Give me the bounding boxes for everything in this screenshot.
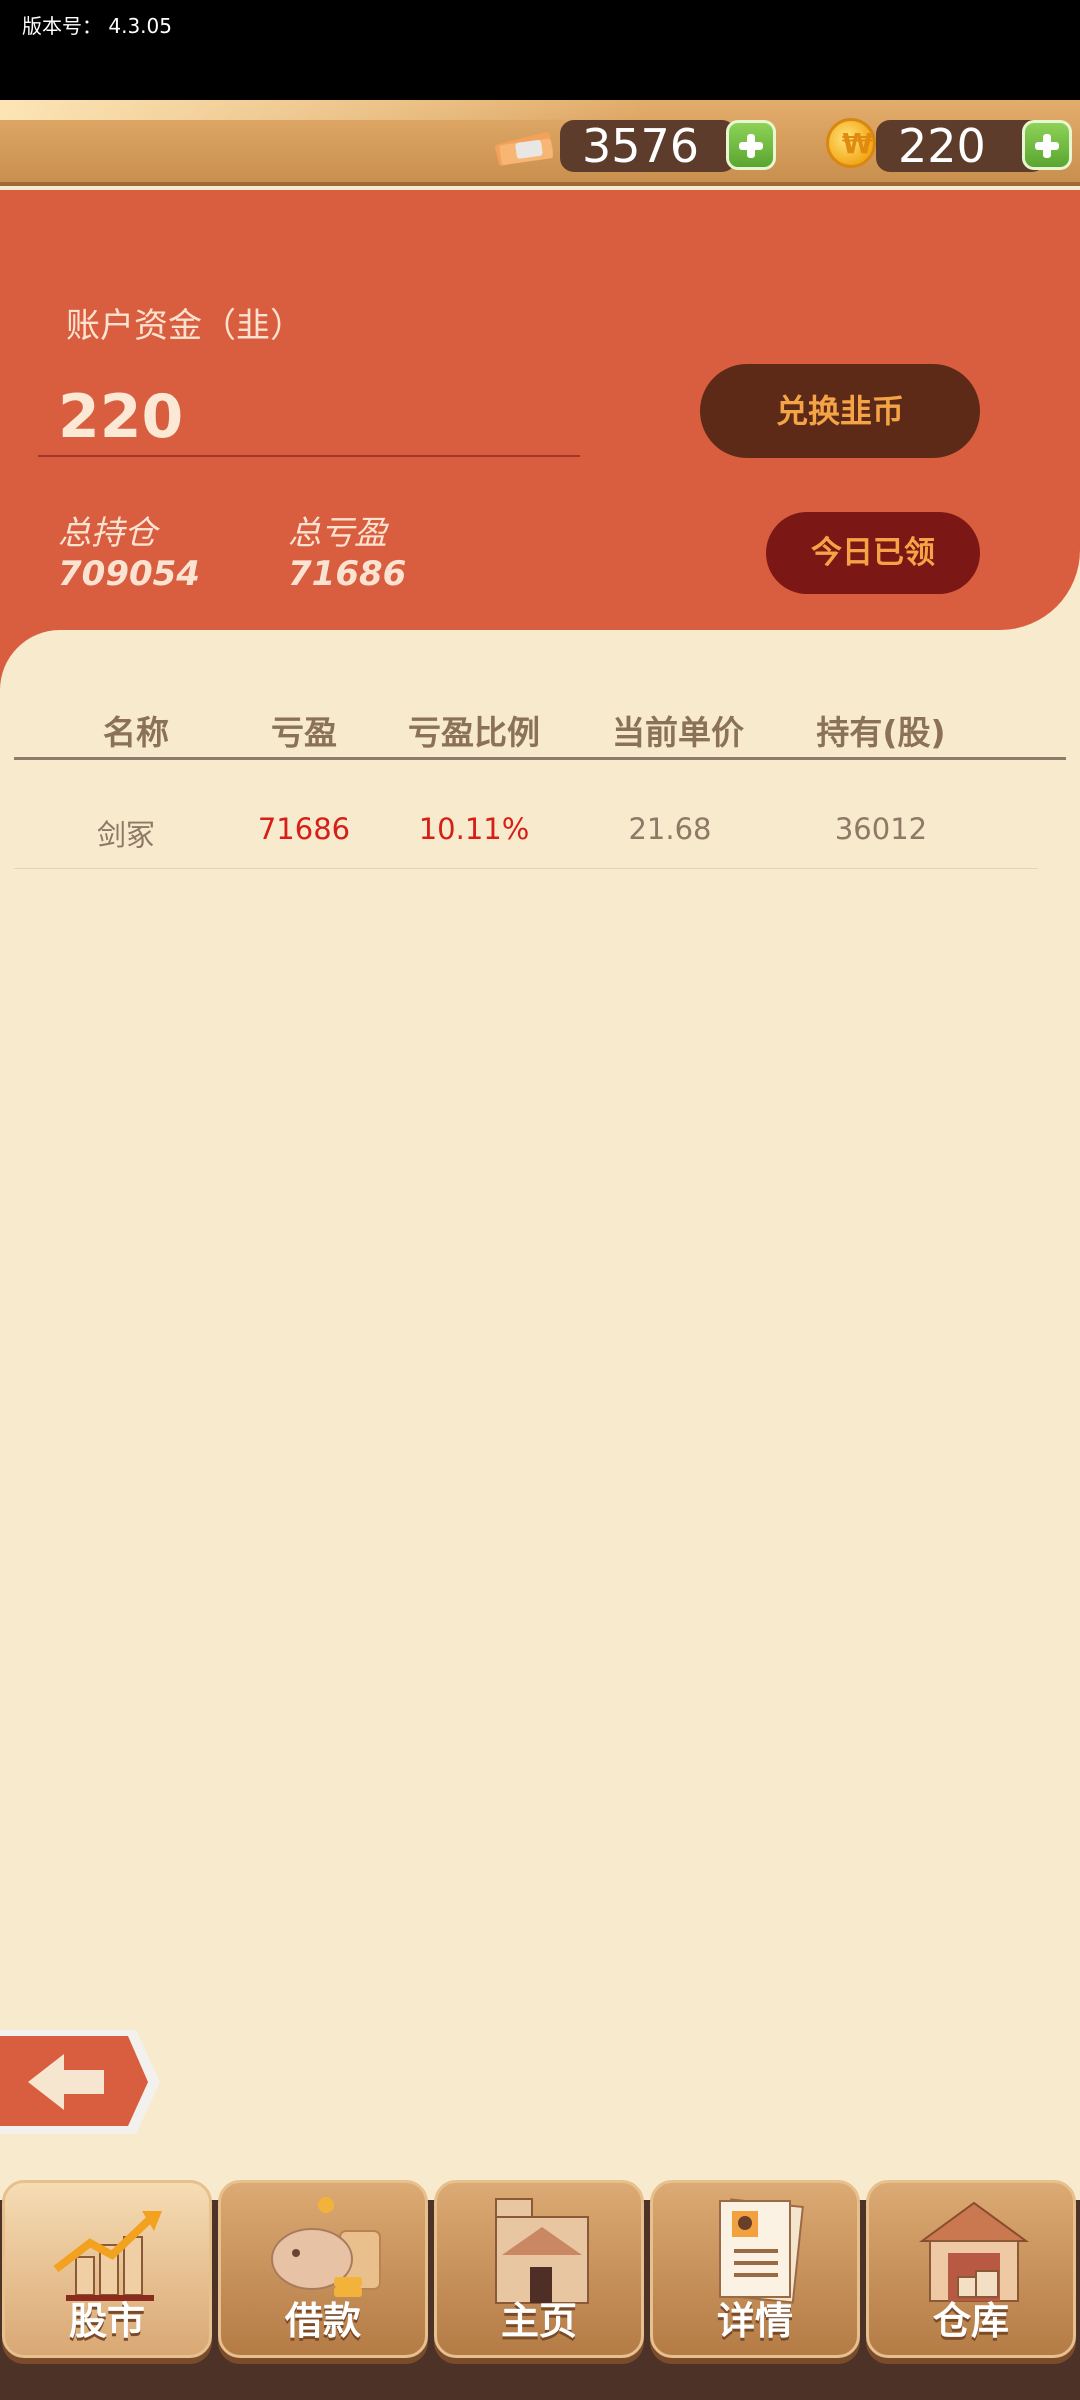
back-arrow-button[interactable] xyxy=(0,2026,162,2136)
cell-unit-price: 21.68 xyxy=(628,812,712,846)
nav-tab-warehouse[interactable]: 仓库 xyxy=(866,2180,1076,2358)
cell-pnl: 71686 xyxy=(257,812,351,846)
nav-label-loan: 借款 xyxy=(284,2299,361,2343)
nav-label-details: 详情 xyxy=(716,2299,793,2343)
header-shares-held: 持有(股) xyxy=(816,713,946,752)
header-pnl: 亏盈 xyxy=(271,713,337,752)
nav-label-warehouse: 仓库 xyxy=(932,2299,1009,2343)
nav-tab-stock[interactable]: 股市 xyxy=(2,2180,212,2358)
version-label: 版本号： 4.3.05 xyxy=(22,14,172,38)
status-bar: 版本号： 4.3.05 xyxy=(0,0,1080,100)
account-funds-label: 账户资金（韭） xyxy=(66,306,304,346)
header-unit-price: 当前单价 xyxy=(612,713,744,752)
nav-tab-loan[interactable]: 借款 xyxy=(218,2180,428,2358)
nav-tab-details[interactable]: 详情 xyxy=(650,2180,860,2358)
exchange-coins-button[interactable]: 兑换韭币 xyxy=(700,364,980,458)
coin-icon: ₩ xyxy=(826,118,876,168)
cell-pnl-ratio: 10.11% xyxy=(418,812,530,846)
divider xyxy=(38,455,580,457)
coin-balance: 220 xyxy=(876,120,1046,172)
total-position-label: 总持仓 xyxy=(58,513,157,552)
cash-stack-icon xyxy=(495,132,554,166)
cell-shares: 36012 xyxy=(834,812,928,846)
total-pnl-label: 总亏盈 xyxy=(288,513,387,552)
add-cash-button[interactable] xyxy=(726,120,776,170)
cash-balance: 3576 xyxy=(560,120,736,172)
add-coins-button[interactable] xyxy=(1022,120,1072,170)
header-divider xyxy=(14,757,1066,760)
nav-label-home: 主页 xyxy=(500,2299,577,2343)
header-name: 名称 xyxy=(103,713,169,752)
total-position-value: 709054 xyxy=(58,554,200,594)
cell-name: 剑冢 xyxy=(96,818,155,852)
header-pnl-ratio: 亏盈比例 xyxy=(408,713,540,752)
nav-label-stock: 股市 xyxy=(68,2299,145,2343)
claimed-today-button[interactable]: 今日已领 xyxy=(766,512,980,594)
account-funds-value: 220 xyxy=(58,382,184,452)
total-pnl-value: 71686 xyxy=(288,554,407,594)
nav-tab-home[interactable]: 主页 xyxy=(434,2180,644,2358)
row-divider xyxy=(14,868,1038,869)
